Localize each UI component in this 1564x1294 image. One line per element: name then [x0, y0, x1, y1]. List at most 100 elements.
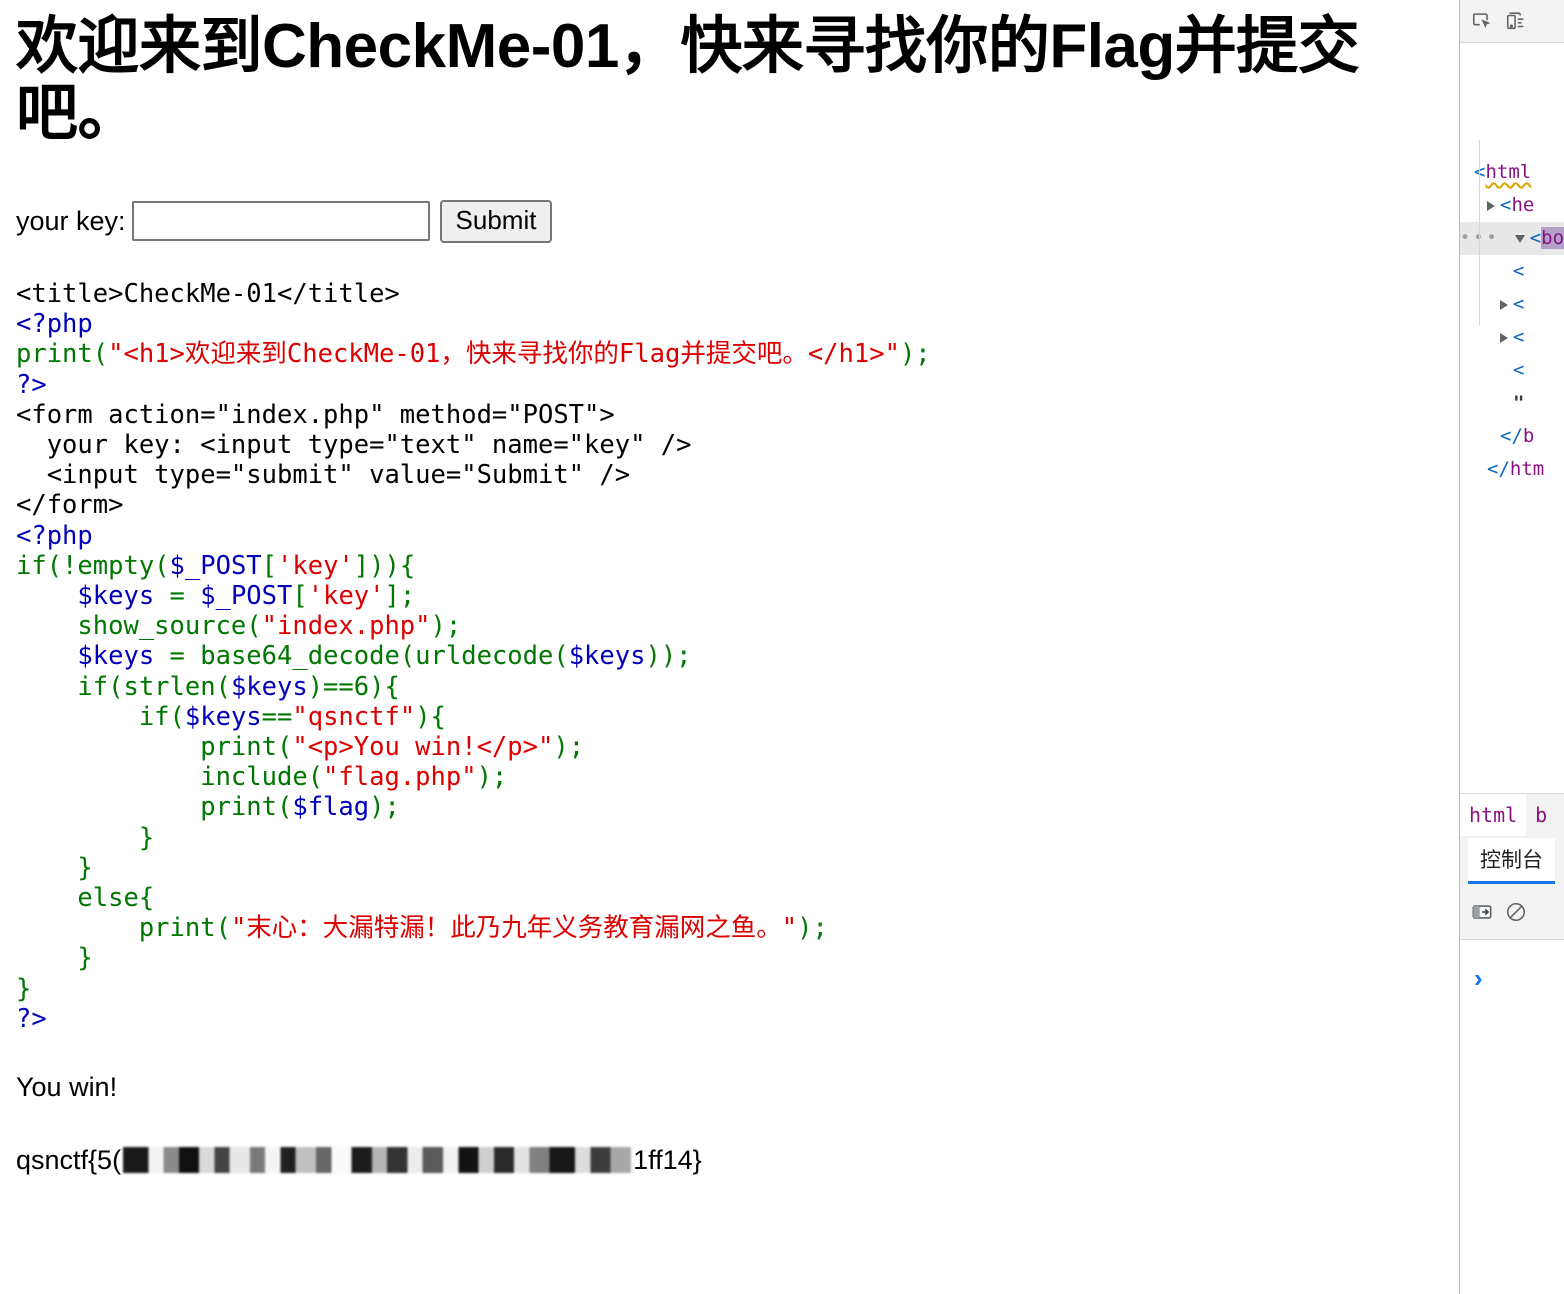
- source-token: ])){: [353, 550, 416, 581]
- source-line: if($keys=="qsnctf"){: [16, 702, 1443, 732]
- dom-node-label: ": [1513, 392, 1525, 414]
- source-token: ==: [261, 701, 293, 732]
- source-token: "<h1>欢迎来到CheckMe-01，快来寻找你的Flag并提交吧。</h1>…: [108, 339, 900, 370]
- chevron-right-icon[interactable]: [1500, 299, 1508, 310]
- source-token: )==6){: [307, 671, 400, 702]
- key-input[interactable]: [131, 201, 430, 242]
- source-token: <form action="index.php" method="POST">: [16, 399, 615, 430]
- tab-console[interactable]: 控制台: [1468, 838, 1555, 884]
- chevron-right-icon[interactable]: [1500, 332, 1508, 343]
- source-line: <?php: [16, 309, 1443, 339]
- source-token: print(: [16, 339, 109, 370]
- source-token: $flag: [292, 792, 370, 823]
- dom-node-label: <: [1513, 359, 1525, 381]
- source-token: );: [430, 611, 462, 642]
- dom-tree-row[interactable]: ": [1460, 387, 1564, 420]
- dom-tree-row[interactable]: •••<bo: [1460, 222, 1564, 255]
- source-token: $_POST: [169, 550, 262, 581]
- source-token: );: [369, 792, 400, 823]
- source-token: ){: [415, 701, 446, 732]
- source-line: ?>: [16, 370, 1443, 400]
- devtools-dom-tree[interactable]: <html <he •••<bo < < < < " </b </htm: [1460, 43, 1564, 486]
- source-token: $keys: [77, 580, 155, 611]
- dom-tree-row[interactable]: <: [1460, 354, 1564, 387]
- source-token: </form>: [16, 490, 124, 521]
- source-token: $keys: [230, 671, 308, 702]
- source-token: =: [154, 580, 201, 611]
- devtools-panel: <html <he •••<bo < < < < " </b </htm htmlb 控制台 ›: [1459, 0, 1564, 1294]
- inspect-element-icon[interactable]: [1471, 10, 1493, 32]
- source-token: <input type="submit" value="Submit" />: [16, 460, 631, 491]
- source-token: $_POST: [200, 580, 293, 611]
- dom-node-label: </htm: [1487, 458, 1545, 480]
- source-line: $keys = $_POST['key'];: [16, 581, 1443, 611]
- source-line: your key: <input type="text" name="key" …: [16, 430, 1443, 460]
- source-line: else{: [16, 883, 1443, 913]
- top-frame-selector-icon[interactable]: [1471, 901, 1493, 923]
- submit-button[interactable]: Submit: [439, 199, 553, 243]
- source-token: show_source(: [16, 611, 262, 642]
- dom-tree-row[interactable]: <: [1460, 255, 1564, 288]
- source-token: $keys: [184, 701, 262, 732]
- source-token: ?>: [16, 1003, 47, 1034]
- source-line: }: [16, 974, 1443, 1004]
- dom-node-label: <bo: [1529, 227, 1564, 249]
- source-token: }: [16, 822, 155, 853]
- console-input-row[interactable]: ›: [1460, 958, 1564, 998]
- source-token: 'key': [277, 550, 354, 581]
- key-form: your key: Submit: [16, 199, 1443, 243]
- page-title: 欢迎来到CheckMe-01，快来寻找你的Flag并提交吧。: [16, 12, 1360, 148]
- clear-console-icon[interactable]: [1505, 901, 1527, 923]
- chevron-down-icon[interactable]: [1514, 234, 1525, 243]
- source-line: print("<h1>欢迎来到CheckMe-01，快来寻找你的Flag并提交吧…: [16, 339, 1443, 369]
- source-token: [: [292, 580, 308, 611]
- source-line: </form>: [16, 490, 1443, 520]
- source-token: $keys: [568, 641, 646, 672]
- dom-node-label: <html: [1474, 161, 1532, 183]
- source-line: include("flag.php");: [16, 762, 1443, 792]
- key-input-label: your key:: [16, 205, 126, 236]
- source-line: }: [16, 853, 1443, 883]
- breadcrumb-item[interactable]: b: [1526, 794, 1556, 837]
- source-line: <input type="submit" value="Submit" />: [16, 460, 1443, 490]
- source-token: }: [16, 973, 32, 1004]
- source-token: ?>: [16, 369, 47, 400]
- dom-tree-row[interactable]: <: [1460, 288, 1564, 321]
- source-line: }: [16, 823, 1443, 853]
- dom-node-label: <: [1513, 260, 1525, 282]
- dom-node-label: <he: [1500, 194, 1535, 216]
- win-message: You win!: [16, 1071, 118, 1102]
- dom-tree-row[interactable]: <he: [1460, 189, 1564, 222]
- devtools-toolbar: [1460, 0, 1564, 43]
- dom-tree-row[interactable]: <: [1460, 321, 1564, 354]
- device-toolbar-icon[interactable]: [1505, 10, 1527, 32]
- dom-node-label: <: [1513, 326, 1525, 348]
- source-token: = base64_decode(urldecode(: [154, 641, 569, 672]
- source-token: "flag.php": [323, 762, 477, 793]
- dom-tree-row[interactable]: </b: [1460, 420, 1564, 453]
- source-token: );: [797, 913, 828, 944]
- flag-output: qsnctf{5( 1ff14}: [16, 1143, 1443, 1176]
- devtools-breadcrumb[interactable]: html b: [1460, 793, 1564, 837]
- source-line: if(!empty($_POST['key'])){: [16, 551, 1443, 581]
- dom-tree-row[interactable]: </htm: [1460, 453, 1564, 486]
- chevron-right-icon[interactable]: [1487, 200, 1495, 211]
- source-line: ?>: [16, 1004, 1443, 1034]
- source-line: <form action="index.php" method="POST">: [16, 400, 1443, 430]
- dom-tree-row[interactable]: <html: [1460, 156, 1564, 189]
- source-line: print("<p>You win!</p>");: [16, 732, 1443, 762]
- source-token: [16, 641, 77, 671]
- dom-node-label: </b: [1500, 425, 1535, 447]
- source-token: );: [899, 339, 931, 370]
- source-line: }: [16, 943, 1443, 973]
- dom-node-label: <: [1513, 293, 1525, 315]
- source-line: if(strlen($keys)==6){: [16, 672, 1443, 702]
- source-token: if(strlen(: [16, 671, 231, 702]
- flag-redacted-region: [123, 1146, 632, 1173]
- source-token: <?php: [16, 309, 93, 340]
- indent-guide: [1479, 140, 1480, 325]
- source-token: "qsnctf": [292, 701, 416, 732]
- source-token: }: [16, 943, 93, 974]
- breadcrumb-item[interactable]: html: [1460, 794, 1527, 837]
- source-token: }: [16, 852, 93, 883]
